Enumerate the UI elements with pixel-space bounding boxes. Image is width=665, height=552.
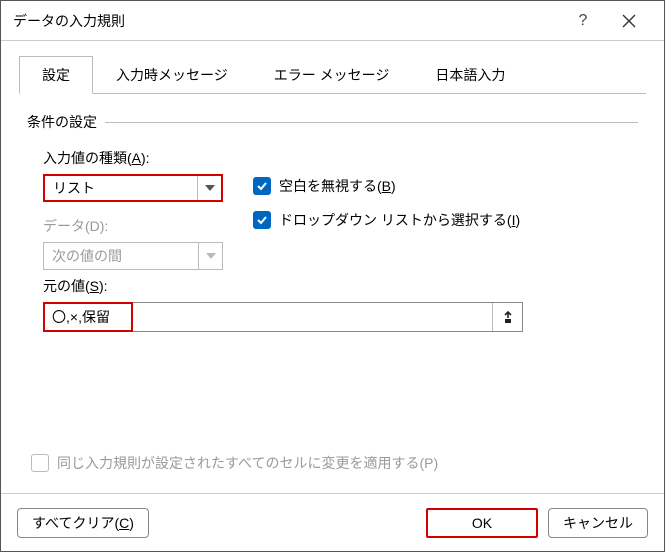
data-label: データ(D): — [43, 216, 253, 236]
dialog-footer: すべてクリア(C) OK キャンセル — [1, 493, 664, 551]
tab-label: 入力時メッセージ — [116, 67, 228, 83]
check-icon — [256, 214, 268, 226]
tab-label: エラー メッセージ — [274, 67, 390, 83]
data-select-value: 次の値の間 — [44, 246, 198, 266]
checkbox-box — [253, 177, 271, 195]
close-icon — [622, 14, 636, 28]
fieldset-title: 条件の設定 — [27, 112, 638, 132]
checkbox-label: ドロップダウン リストから選択する(I) — [279, 210, 520, 230]
clear-all-button[interactable]: すべてクリア(C) — [17, 508, 149, 538]
checkbox-box — [253, 211, 271, 229]
source-label: 元の値(S): — [43, 276, 622, 296]
tab-error-alert[interactable]: エラー メッセージ — [251, 56, 413, 94]
tab-label: 日本語入力 — [435, 67, 505, 83]
source-input[interactable]: 〇,×,保留 — [43, 302, 523, 332]
help-button[interactable]: ? — [560, 2, 606, 40]
tabstrip: 設定 入力時メッセージ エラー メッセージ 日本語入力 — [19, 56, 646, 94]
data-select: 次の値の間 — [43, 242, 223, 270]
ok-button[interactable]: OK — [426, 508, 538, 538]
apply-all-checkbox: 同じ入力規則が設定されたすべてのセルに変更を適用する(P) — [31, 453, 634, 473]
allow-label: 入力値の種類(A): — [43, 148, 253, 168]
source-input-text-wrap: 〇,×,保留 — [44, 303, 492, 331]
range-picker-button[interactable] — [492, 303, 522, 331]
tab-label: 設定 — [42, 67, 70, 83]
allow-select-arrow[interactable] — [197, 176, 221, 200]
chevron-down-icon — [205, 185, 215, 191]
apply-all-label: 同じ入力規則が設定されたすべてのセルに変更を適用する(P) — [57, 453, 438, 473]
checkbox-label: 空白を無視する(B) — [279, 176, 396, 196]
checkbox-box — [31, 454, 49, 472]
dialog-title: データの入力規則 — [13, 11, 560, 31]
tab-input-message[interactable]: 入力時メッセージ — [93, 56, 251, 94]
tab-settings[interactable]: 設定 — [19, 56, 93, 94]
settings-panel: 条件の設定 入力値の種類(A): リスト データ(D): — [19, 93, 646, 493]
button-label: OK — [472, 515, 492, 531]
criteria-row: 入力値の種類(A): リスト データ(D): 次の値の間 — [43, 148, 638, 270]
divider — [105, 122, 638, 123]
titlebar: データの入力規則 ? — [1, 1, 664, 41]
in-cell-dropdown-checkbox[interactable]: ドロップダウン リストから選択する(I) — [253, 210, 638, 230]
source-input-value: 〇,×,保留 — [44, 307, 118, 327]
source-row: 元の値(S): 〇,×,保留 — [43, 276, 622, 332]
tab-ime-mode[interactable]: 日本語入力 — [412, 56, 528, 94]
allow-select[interactable]: リスト — [43, 174, 223, 202]
range-picker-icon — [501, 310, 515, 324]
cancel-button[interactable]: キャンセル — [548, 508, 648, 538]
close-button[interactable] — [606, 2, 652, 40]
data-validation-dialog: データの入力規則 ? 設定 入力時メッセージ エラー メッセージ 日本語入力 条… — [0, 0, 665, 552]
ignore-blank-checkbox[interactable]: 空白を無視する(B) — [253, 176, 638, 196]
check-icon — [256, 180, 268, 192]
content-area: 設定 入力時メッセージ エラー メッセージ 日本語入力 条件の設定 入力値の種類… — [1, 41, 664, 493]
fieldset-title-text: 条件の設定 — [27, 112, 97, 132]
chevron-down-icon — [206, 253, 216, 259]
button-label: キャンセル — [563, 513, 633, 533]
data-select-arrow — [198, 243, 222, 269]
allow-select-value: リスト — [45, 178, 197, 198]
